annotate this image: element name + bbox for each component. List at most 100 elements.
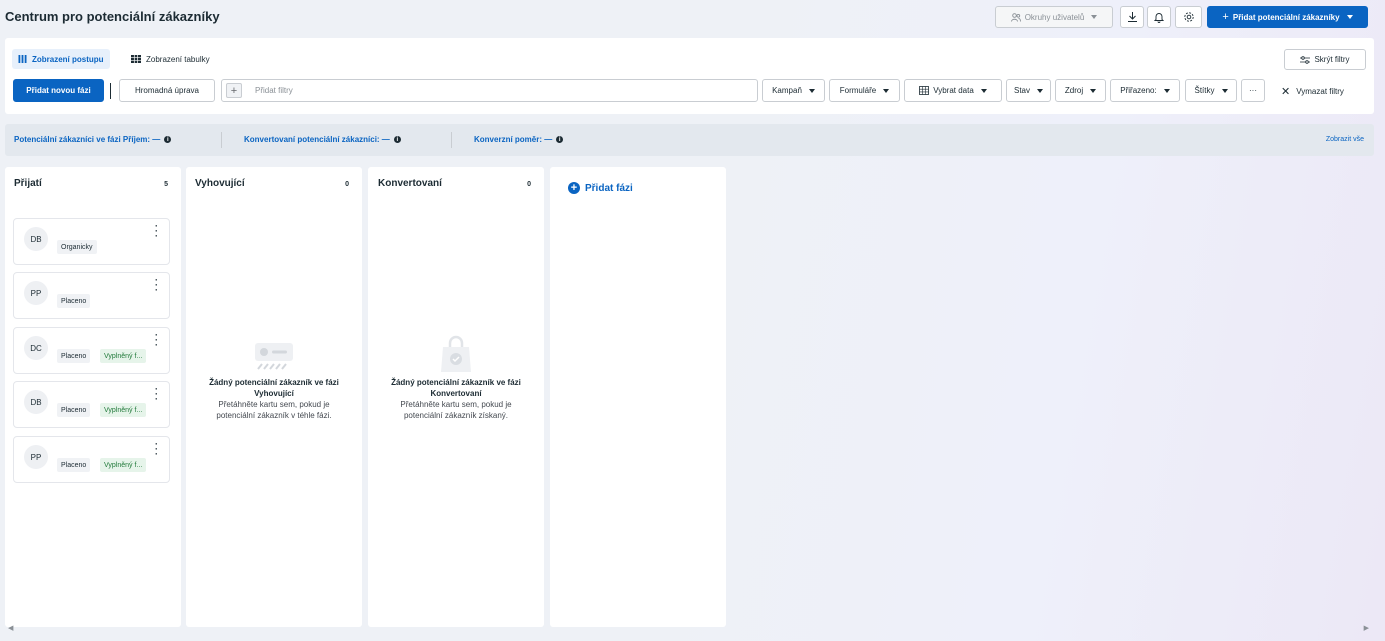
shopping-bag-check-icon: [441, 335, 471, 372]
source-tag: Placeno: [57, 458, 91, 472]
pipeline-column-converted: Konvertovaní 0 Žádný potenciální zákazní…: [368, 167, 544, 627]
more-options-icon[interactable]: · · ·: [155, 331, 158, 350]
column-title: Vyhovující: [195, 178, 245, 189]
filter-label: Kampaň: [772, 86, 802, 95]
filter-tags[interactable]: Štítky: [1185, 79, 1237, 102]
page-title: Centrum pro potenciální zákazníky: [5, 9, 220, 24]
chevron-down-icon: [1163, 88, 1170, 93]
empty-state-title: Žádný potenciální zákazník ve fázi Konve…: [391, 378, 521, 398]
filter-status[interactable]: Stav: [1006, 79, 1051, 102]
chevron-down-icon: [808, 88, 815, 93]
empty-state: Žádný potenciální zákazník ve fázi Konve…: [368, 377, 544, 421]
form-tag: Vyplněný f...: [100, 403, 147, 417]
divider: [221, 132, 222, 148]
more-filters-button[interactable]: ···: [1241, 79, 1265, 102]
chevron-down-icon: [980, 88, 987, 93]
gear-icon: [1183, 12, 1194, 22]
chevron-down-icon: [1091, 15, 1098, 19]
sliders-icon: [1300, 55, 1311, 64]
filter-campaign[interactable]: Kampaň: [762, 79, 825, 102]
tab-table-label: Zobrazení tabulky: [146, 54, 210, 64]
stat-received: Potenciální zákazníci ve fázi Příjem: — …: [14, 135, 172, 144]
table-icon: [131, 55, 141, 63]
plus-circle-icon: +: [568, 182, 580, 194]
bulk-edit-button[interactable]: Hromadná úprava: [119, 79, 215, 102]
tab-pipeline-view[interactable]: Zobrazení postupu: [12, 49, 110, 69]
add-phase-button[interactable]: + Přidat fázi: [568, 182, 633, 194]
close-icon: ✕: [1281, 86, 1291, 98]
bell-icon: [1154, 12, 1164, 23]
form-tag: Vyplněný f...: [100, 458, 147, 472]
more-options-icon[interactable]: · · ·: [155, 222, 158, 241]
filter-assigned[interactable]: Přiřazeno:: [1110, 79, 1180, 102]
avatar: PP: [24, 445, 48, 469]
empty-state-title: Žádný potenciální zákazník ve fázi Vyhov…: [209, 378, 339, 398]
add-leads-button-label: Přidat potenciální zákazníky: [1232, 12, 1340, 22]
clear-filters-link[interactable]: ✕ Vymazat filtry: [1281, 85, 1344, 98]
filter-label: Přiřazeno:: [1120, 86, 1157, 95]
avatar: DB: [24, 227, 48, 251]
audience-button-label: Okruhy uživatelů: [1024, 12, 1085, 22]
avatar: PP: [24, 281, 48, 305]
filter-forms[interactable]: Formuláře: [829, 79, 900, 102]
chevron-down-icon: [1090, 88, 1097, 93]
form-tag: Vyplněný f...: [100, 349, 147, 363]
column-title: Přijatí: [14, 178, 42, 189]
add-phase-column: + Přidat fázi: [550, 167, 726, 627]
filter-select-date[interactable]: Vybrat data: [904, 79, 1002, 102]
info-icon[interactable]: i: [164, 136, 172, 143]
filter-placeholder: Přidat filtry: [255, 86, 293, 95]
column-count: 5: [164, 181, 168, 188]
avatar: DC: [24, 336, 48, 360]
info-icon[interactable]: i: [393, 136, 401, 143]
chevron-down-icon: [883, 88, 890, 93]
stat-received-label: Potenciální zákazníci ve fázi Příjem: —: [14, 135, 161, 144]
more-options-icon[interactable]: · · ·: [155, 276, 158, 295]
add-phase-label: Přidat fázi: [585, 182, 633, 194]
filter-input[interactable]: + Přidat filtry: [221, 79, 758, 102]
scroll-left-icon[interactable]: ◀: [8, 624, 13, 632]
lead-card[interactable]: DB · · · Organicky: [13, 218, 170, 265]
column-count: 0: [527, 181, 531, 188]
columns-icon: [18, 55, 27, 63]
avatar: DB: [24, 390, 48, 414]
stat-converted-label: Konvertovaní potenciální zákazníci: —: [244, 135, 390, 144]
empty-card-icon: [255, 343, 293, 370]
lead-card[interactable]: DC · · · Placeno Vyplněný f...: [13, 327, 170, 374]
scroll-right-icon[interactable]: ▶: [1364, 624, 1369, 632]
chevron-down-icon: [1221, 88, 1228, 93]
empty-state-text: Přetáhněte kartu sem, pokud je potenciál…: [216, 400, 332, 420]
source-tag: Organicky: [57, 240, 97, 254]
add-new-phase-button[interactable]: Přidat novou fázi: [13, 79, 104, 102]
show-all-link[interactable]: Zobrazit vše: [1326, 136, 1364, 143]
filter-label: Zdroj: [1064, 86, 1084, 95]
tab-table-view[interactable]: Zobrazení tabulky: [125, 49, 216, 69]
filter-label: Stav: [1013, 86, 1030, 95]
tab-pipeline-label: Zobrazení postupu: [32, 54, 104, 64]
download-button[interactable]: [1120, 6, 1144, 28]
chevron-down-icon: [1037, 88, 1043, 93]
notifications-button[interactable]: [1147, 6, 1171, 28]
more-options-icon[interactable]: · · ·: [155, 440, 158, 459]
lead-card[interactable]: PP · · · Placeno Vyplněný f...: [13, 436, 170, 483]
stat-rate-label: Konverzní poměr: —: [474, 135, 553, 144]
pipeline-column-qualified: Vyhovující 0 Žádný potenciální zákazník …: [186, 167, 362, 627]
lead-card[interactable]: PP · · · Placeno: [13, 272, 170, 319]
hide-filters-label: Skrýt filtry: [1314, 55, 1350, 64]
info-icon[interactable]: i: [556, 136, 564, 143]
pipeline-column-received: Přijatí 5 DB · · · Organicky PP · · · Placen…: [5, 167, 181, 627]
horizontal-scrollbar[interactable]: ◀ ▶: [0, 621, 1385, 635]
filter-source[interactable]: Zdroj: [1055, 79, 1106, 102]
people-icon: [1010, 12, 1021, 22]
add-leads-button[interactable]: + Přidat potenciální zákazníky: [1207, 6, 1368, 28]
calendar-grid-icon: [919, 86, 930, 95]
stats-bar: Potenciální zákazníci ve fázi Příjem: — …: [5, 124, 1374, 156]
settings-button[interactable]: [1175, 6, 1202, 28]
hide-filters-button[interactable]: Skrýt filtry: [1284, 49, 1366, 70]
audience-button[interactable]: Okruhy uživatelů: [995, 6, 1113, 28]
more-options-icon[interactable]: · · ·: [155, 385, 158, 404]
stat-converted: Konvertovaní potenciální zákazníci: — i: [244, 135, 401, 144]
filter-label: Formuláře: [839, 86, 877, 95]
lead-card[interactable]: DB · · · Placeno Vyplněný f...: [13, 381, 170, 428]
add-filter-icon[interactable]: +: [226, 83, 242, 98]
